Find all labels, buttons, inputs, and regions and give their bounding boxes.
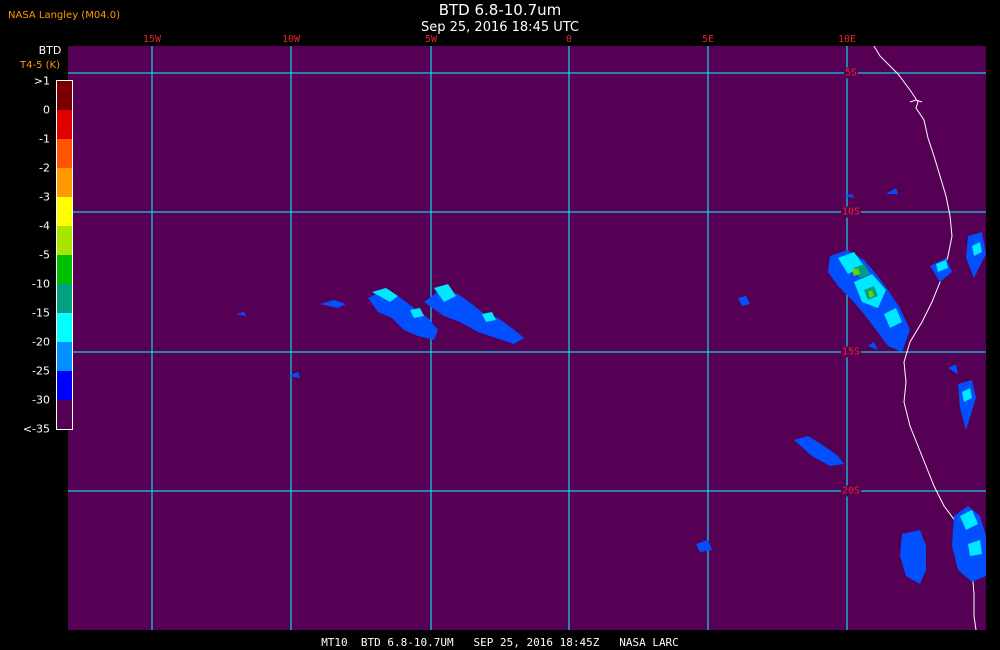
image-title: BTD 6.8-10.7um xyxy=(438,1,562,19)
latitude-label: 20S xyxy=(840,485,862,497)
colorbar-tick-label: -3 xyxy=(39,190,50,204)
colorbar-swatch xyxy=(57,400,72,429)
longitude-label: 5E xyxy=(701,34,715,45)
colorbar-swatch xyxy=(57,371,72,400)
colorbar-tick-label: -5 xyxy=(39,248,50,262)
longitude-label: 15W xyxy=(142,34,162,45)
colorbar-tick-label: -2 xyxy=(39,161,50,175)
image-timestamp: Sep 25, 2016 18:45 UTC xyxy=(420,20,580,35)
longitude-label: 5W xyxy=(424,34,438,45)
colorbar-swatch xyxy=(57,139,72,168)
map-canvas xyxy=(68,46,986,630)
colorbar-title: BTD xyxy=(38,44,62,57)
colorbar-swatch xyxy=(57,284,72,313)
colorbar-tick-label: -20 xyxy=(32,335,50,349)
colorbar-swatch xyxy=(57,342,72,371)
satellite-image[interactable] xyxy=(68,46,986,630)
colorbar-tick-label: >1 xyxy=(33,74,50,88)
colorbar-swatch xyxy=(57,197,72,226)
latitude-label: 15S xyxy=(840,346,862,358)
colorbar-tick-label: -10 xyxy=(32,277,50,291)
cloud-features xyxy=(236,188,986,584)
longitude-label: 10E xyxy=(837,34,857,45)
colorbar-tick-label: -1 xyxy=(39,132,50,146)
colorbar-swatch xyxy=(57,110,72,139)
colorbar-tick-label: -15 xyxy=(32,306,50,320)
longitude-label: 0 xyxy=(565,34,573,45)
colorbar-tick-label: -30 xyxy=(32,393,50,407)
colorbar-tick-label: <-35 xyxy=(22,422,50,436)
latitude-label: 5S xyxy=(843,67,859,79)
graticule xyxy=(68,46,986,630)
colorbar-swatch xyxy=(57,255,72,284)
colorbar-tick-label: -25 xyxy=(32,364,50,378)
colorbar-tick-label: 0 xyxy=(43,103,50,117)
footer-caption: MT10 BTD 6.8-10.7UM SEP 25, 2016 18:45Z … xyxy=(321,636,679,649)
colorbar-tick-label: -4 xyxy=(39,219,50,233)
colorbar-swatch xyxy=(57,313,72,342)
latitude-label: 10S xyxy=(840,206,862,218)
coastline-detail xyxy=(909,99,923,103)
colorbar xyxy=(56,80,73,430)
colorbar-units: T4-5 (K) xyxy=(20,60,60,71)
longitude-label: 10W xyxy=(281,34,301,45)
colorbar-swatch xyxy=(57,168,72,197)
colorbar-swatch xyxy=(57,81,72,110)
colorbar-swatch xyxy=(57,226,72,255)
